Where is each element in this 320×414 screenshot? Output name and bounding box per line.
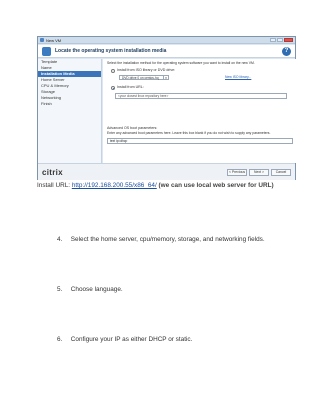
iso-option-label: Install from ISO library or DVD drive: [117,68,176,72]
step-4: 4. Select the home server, cpu/memory, s… [57,235,265,244]
url-radio[interactable] [111,86,115,90]
next-button[interactable]: Next > [249,169,269,176]
app-icon [40,38,44,42]
previous-button[interactable]: < Previous [227,169,247,176]
step-number: 4. [57,236,63,243]
window-controls [270,38,293,42]
install-media-icon [42,47,51,56]
iso-radio[interactable] [111,69,115,73]
window-titlebar: New VM [38,37,295,44]
chevron-down-icon: ▾ [163,76,168,80]
url-option-label: Install from URL: [117,85,144,89]
iso-dropdown[interactable]: DVD drive 0 on centos-hq ▾ [119,75,169,80]
new-iso-library-link[interactable]: New ISO library... [225,75,251,80]
install-url-link[interactable]: http://192.168.200.55/x86_64/ [72,182,157,189]
nav-item-finish[interactable]: Finish [38,101,101,107]
url-input[interactable]: <your closest linux repository here> [115,93,287,99]
wizard-content: Select the installation method for the o… [103,59,296,163]
instruction-text: Select the installation method for the o… [107,61,255,65]
close-button[interactable] [284,38,293,42]
step-text: Select the home server, cpu/memory, stor… [70,236,265,243]
new-vm-dialog: New VM Locate the operating system insta… [37,36,296,180]
advanced-boot-section: Advanced OS boot parameters: Enter any a… [107,126,293,144]
step-6: 6. Configure your IP as either DHCP or s… [57,335,192,344]
advanced-description: Enter any advanced boot parameters here.… [107,131,271,135]
step-text: Choose language. [70,286,123,293]
step-number: 5. [57,286,63,293]
iso-dropdown-value: DVD drive 0 on centos-hq [122,76,159,80]
step-number: 6. [57,336,63,343]
install-url-line: Install URL: http://192.168.200.55/x86_6… [37,181,274,190]
window-title: New VM [46,38,62,43]
minimize-button[interactable] [270,38,276,42]
step-5: 5. Choose language. [57,285,123,294]
header-title: Locate the operating system installation… [55,48,167,54]
cancel-button[interactable]: Cancel [271,169,291,176]
install-url-label: Install URL: [37,182,71,189]
step-text: Configure your IP as either DHCP or stat… [70,336,193,343]
wizard-footer: citrix < Previous Next > Cancel [38,163,295,180]
boot-parameters-input[interactable]: text ip=dhcp [107,137,293,144]
maximize-button[interactable] [277,38,283,42]
install-url-note: (we can use local web server for URL) [158,182,274,189]
wizard-buttons: < Previous Next > Cancel [227,169,291,176]
wizard-nav: Template Name Installation Media Home Se… [38,59,102,163]
help-icon[interactable]: ? [282,47,291,56]
wizard-header: Locate the operating system installation… [38,45,295,58]
citrix-logo: citrix [42,168,63,177]
